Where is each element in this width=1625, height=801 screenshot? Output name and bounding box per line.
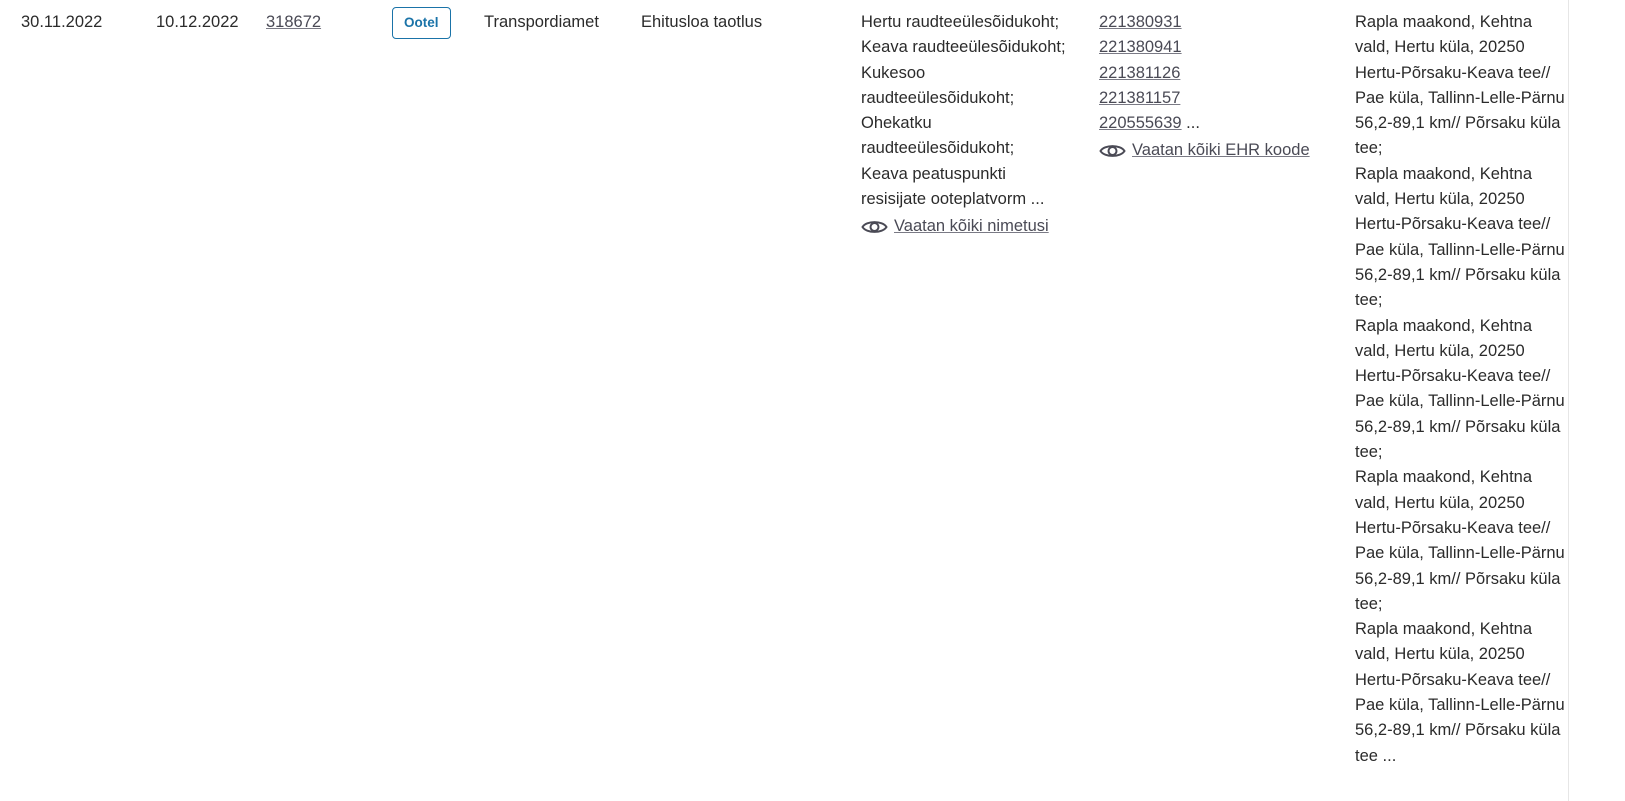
- address-line: Hertu-Põrsaku-Keava tee//: [1355, 518, 1551, 537]
- address-line: Rapla maakond, Kehtna: [1355, 620, 1533, 639]
- address-line: vald, Hertu küla, 20250: [1355, 38, 1525, 57]
- address-line: Pae küla, Tallinn-Lelle-Pärnu: [1355, 240, 1565, 259]
- address-line: Pae küla, Tallinn-Lelle-Pärnu: [1355, 544, 1565, 563]
- address-line: Hertu-Põrsaku-Keava tee//: [1355, 670, 1551, 689]
- address-line: 56,2-89,1 km// Põrsaku küla: [1355, 114, 1561, 133]
- ehr-code-item: 221381157: [1099, 86, 1339, 111]
- address-line: Rapla maakond, Kehtna: [1355, 316, 1533, 335]
- results-table: 30.11.2022 10.12.2022 318672 Ootel Trans…: [0, 0, 1625, 801]
- address-line: Hertu-Põrsaku-Keava tee//: [1355, 367, 1551, 386]
- address-line: Rapla maakond, Kehtna: [1355, 468, 1533, 487]
- address-line: tee;: [1355, 594, 1383, 613]
- address-line: Pae küla, Tallinn-Lelle-Pärnu: [1355, 696, 1565, 715]
- document-type: Ehitusloa taotlus: [641, 13, 763, 31]
- ehr-codes-cell: 221380931 221380941 221381126 221381157 …: [1099, 10, 1339, 164]
- name-line: resisijate ooteplatvorm ...: [861, 190, 1045, 209]
- address-cell: Rapla maakond, Kehtna vald, Hertu küla, 2…: [1355, 10, 1595, 769]
- address-line: Pae küla, Tallinn-Lelle-Pärnu: [1355, 88, 1565, 107]
- ehr-code-link[interactable]: 221380941: [1099, 38, 1182, 56]
- name-line: Keava raudteeülesõidukoht;: [861, 38, 1066, 57]
- address-line: vald, Hertu küla, 20250: [1355, 493, 1525, 512]
- status-badge: Ootel: [392, 7, 451, 39]
- name-line: Keava peatuspunkti: [861, 164, 1006, 183]
- names-cell: Hertu raudteeülesõidukoht; Keava raudtee…: [861, 10, 1089, 240]
- view-all-ehr-link[interactable]: Vaatan kõiki EHR koode: [1132, 138, 1310, 163]
- doc-number-link[interactable]: 318672: [266, 13, 321, 31]
- name-line: Kukesoo: [861, 63, 926, 82]
- ehr-code-item: 221380931: [1099, 10, 1339, 35]
- address-line: tee;: [1355, 443, 1383, 462]
- address-line: 56,2-89,1 km// Põrsaku küla: [1355, 721, 1561, 740]
- address-line: 56,2-89,1 km// Põrsaku küla: [1355, 265, 1561, 284]
- start-date: 30.11.2022: [21, 13, 103, 31]
- view-all-ehr[interactable]: Vaatan kõiki EHR koode: [1099, 138, 1339, 163]
- name-line: raudteeülesõidukoht;: [861, 88, 1015, 107]
- view-all-names-link[interactable]: Vaatan kõiki nimetusi: [894, 214, 1049, 239]
- address-line: tee;: [1355, 291, 1383, 310]
- ehr-code-link[interactable]: 221381126: [1099, 64, 1180, 82]
- ehr-code-item: 220555639 ...: [1099, 111, 1339, 136]
- scrollbar-track[interactable]: [1568, 0, 1569, 801]
- name-line: raudteeülesõidukoht;: [861, 139, 1015, 158]
- address-line: 56,2-89,1 km// Põrsaku küla: [1355, 569, 1561, 588]
- view-all-names[interactable]: Vaatan kõiki nimetusi: [861, 214, 1089, 239]
- eye-icon: [861, 218, 888, 236]
- address-line: tee ...: [1355, 746, 1397, 765]
- address-line: 56,2-89,1 km// Põrsaku küla: [1355, 417, 1561, 436]
- name-line: Ohekatku: [861, 114, 932, 133]
- status-cell: Ootel: [392, 7, 451, 39]
- ehr-code-link[interactable]: 221381157: [1099, 89, 1180, 107]
- organization: Transpordiamet: [484, 13, 599, 31]
- address-line: Hertu-Põrsaku-Keava tee//: [1355, 63, 1551, 82]
- address-line: Pae küla, Tallinn-Lelle-Pärnu: [1355, 392, 1565, 411]
- end-date: 10.12.2022: [156, 13, 239, 31]
- address-line: Rapla maakond, Kehtna: [1355, 13, 1533, 31]
- name-line: Hertu raudteeülesõidukoht;: [861, 13, 1060, 31]
- scroll-clip: [1568, 0, 1625, 801]
- address-line: vald, Hertu küla, 20250: [1355, 190, 1525, 209]
- doc-number-cell: 318672: [266, 10, 321, 35]
- ehr-more-ellipsis: ...: [1181, 114, 1200, 133]
- address-line: tee;: [1355, 139, 1383, 158]
- ehr-code-item: 221380941: [1099, 35, 1339, 60]
- address-line: Rapla maakond, Kehtna: [1355, 164, 1533, 183]
- address-line: vald, Hertu küla, 20250: [1355, 341, 1525, 360]
- ehr-code-link[interactable]: 221380931: [1099, 13, 1182, 31]
- eye-icon: [1099, 142, 1126, 160]
- ehr-code-link[interactable]: 220555639: [1099, 114, 1182, 132]
- address-line: Hertu-Põrsaku-Keava tee//: [1355, 215, 1551, 234]
- address-line: vald, Hertu küla, 20250: [1355, 645, 1525, 664]
- ehr-code-item: 221381126: [1099, 61, 1339, 86]
